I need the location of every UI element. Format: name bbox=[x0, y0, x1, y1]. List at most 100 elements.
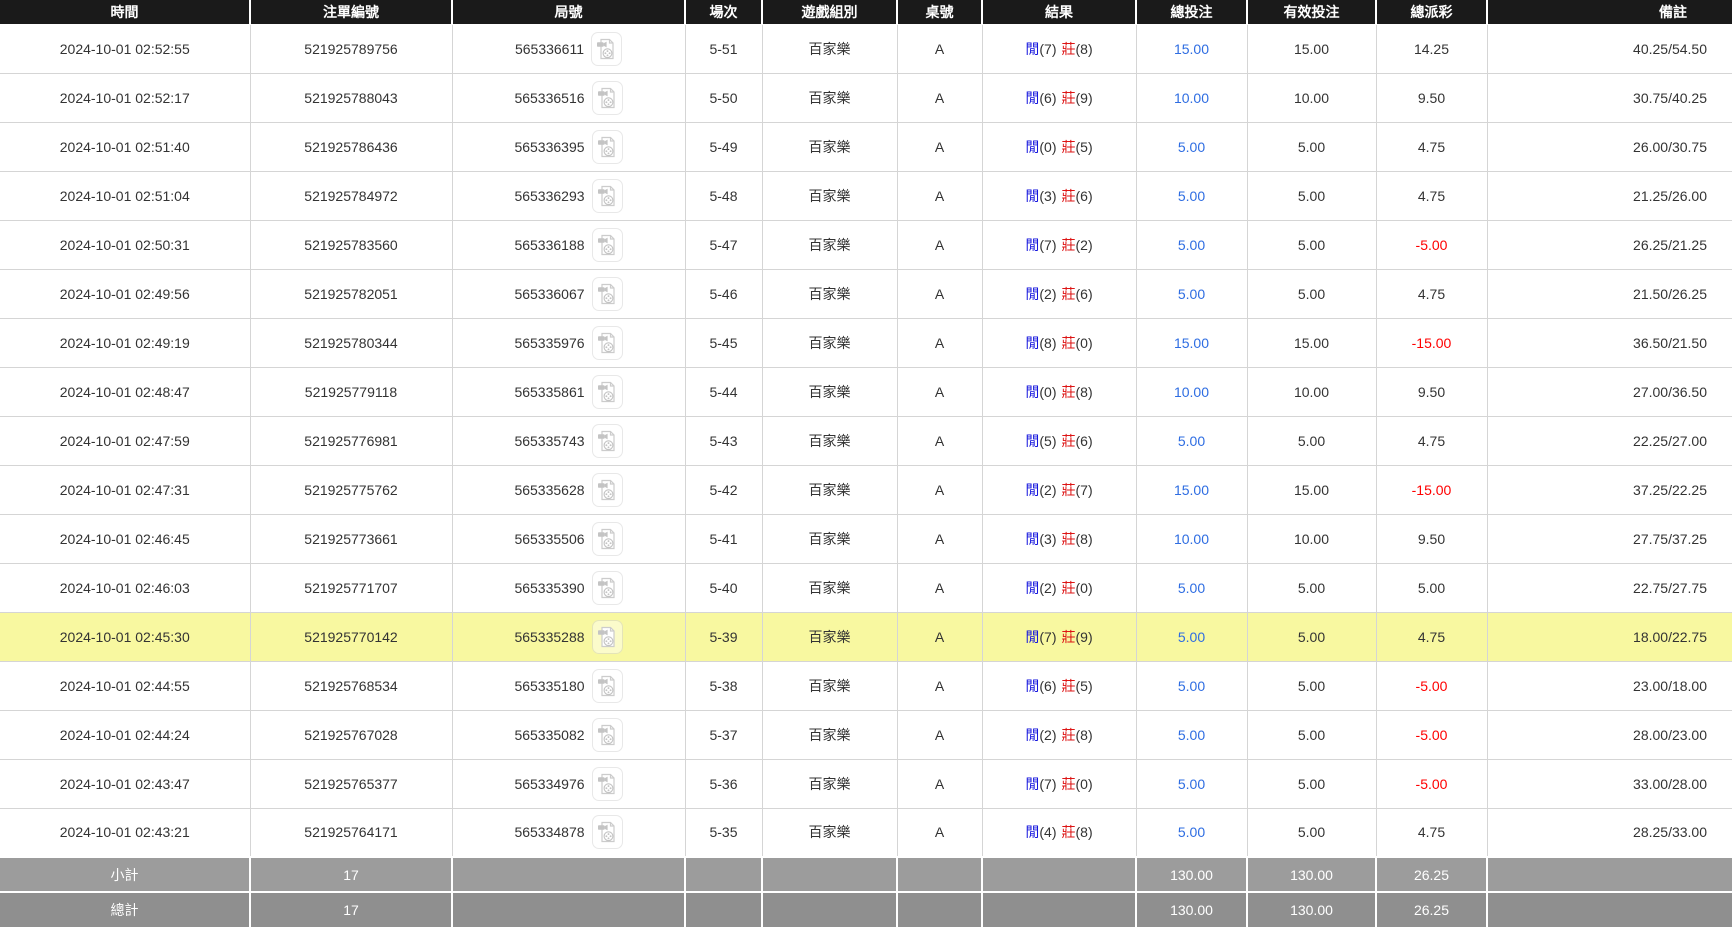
video-replay-button[interactable] bbox=[592, 571, 623, 605]
total-bet-link[interactable]: 5.00 bbox=[1136, 416, 1247, 465]
round-no: 565335743 bbox=[514, 433, 584, 449]
video-replay-button[interactable] bbox=[592, 81, 623, 115]
table-row[interactable]: 2024-10-01 02:47:59 521925776981 5653357… bbox=[0, 416, 1732, 465]
total-bet-link[interactable]: 5.00 bbox=[1136, 171, 1247, 220]
total-bet-link[interactable]: 15.00 bbox=[1136, 24, 1247, 73]
result-player-score: (6) bbox=[1039, 678, 1056, 694]
video-replay-button[interactable] bbox=[592, 130, 623, 164]
round-no-cell: 565335180 bbox=[452, 661, 685, 710]
table-row[interactable]: 2024-10-01 02:52:17 521925788043 5653365… bbox=[0, 73, 1732, 122]
video-replay-button[interactable] bbox=[592, 228, 623, 262]
video-replay-button[interactable] bbox=[592, 522, 623, 556]
table-row[interactable]: 2024-10-01 02:51:04 521925784972 5653362… bbox=[0, 171, 1732, 220]
video-replay-button[interactable] bbox=[592, 718, 623, 752]
remark-cell: 30.75/40.25 bbox=[1487, 73, 1732, 122]
result-player-score: (3) bbox=[1039, 188, 1056, 204]
total-bet-link[interactable]: 10.00 bbox=[1136, 73, 1247, 122]
table-no-cell: A bbox=[897, 759, 982, 808]
session-cell: 5-37 bbox=[685, 710, 762, 759]
session-cell: 5-36 bbox=[685, 759, 762, 808]
result-player-label: 閒 bbox=[1025, 41, 1039, 57]
video-replay-button[interactable] bbox=[592, 424, 623, 458]
total-bet-link[interactable]: 5.00 bbox=[1136, 808, 1247, 857]
table-row[interactable]: 2024-10-01 02:45:30 521925770142 5653352… bbox=[0, 612, 1732, 661]
result-player-label: 閒 bbox=[1025, 90, 1039, 106]
table-row[interactable]: 2024-10-01 02:50:31 521925783560 5653361… bbox=[0, 220, 1732, 269]
game-group-cell: 百家樂 bbox=[762, 612, 897, 661]
session-cell: 5-39 bbox=[685, 612, 762, 661]
time-cell: 2024-10-01 02:50:31 bbox=[0, 220, 250, 269]
result-cell: 閒(2)莊(6) bbox=[982, 269, 1136, 318]
video-replay-button[interactable] bbox=[592, 326, 623, 360]
session-cell: 5-35 bbox=[685, 808, 762, 857]
total-bet-link[interactable]: 5.00 bbox=[1136, 269, 1247, 318]
total-bet-link[interactable]: 5.00 bbox=[1136, 122, 1247, 171]
time-cell: 2024-10-01 02:44:55 bbox=[0, 661, 250, 710]
session-cell: 5-42 bbox=[685, 465, 762, 514]
table-row[interactable]: 2024-10-01 02:46:45 521925773661 5653355… bbox=[0, 514, 1732, 563]
total-bet-link[interactable]: 15.00 bbox=[1136, 465, 1247, 514]
round-no: 565335390 bbox=[514, 580, 584, 596]
video-replay-button[interactable] bbox=[592, 620, 623, 654]
table-row[interactable]: 2024-10-01 02:48:47 521925779118 5653358… bbox=[0, 367, 1732, 416]
table-row[interactable]: 2024-10-01 02:51:40 521925786436 5653363… bbox=[0, 122, 1732, 171]
valid-bet-cell: 5.00 bbox=[1247, 416, 1376, 465]
video-replay-button[interactable] bbox=[592, 669, 623, 703]
video-file-icon bbox=[597, 527, 618, 551]
round-no-cell: 565336067 bbox=[452, 269, 685, 318]
total-bet-link[interactable]: 10.00 bbox=[1136, 367, 1247, 416]
result-banker-score: (0) bbox=[1076, 335, 1093, 351]
round-no: 565335180 bbox=[514, 678, 584, 694]
total-bet-link[interactable]: 15.00 bbox=[1136, 318, 1247, 367]
session-cell: 5-38 bbox=[685, 661, 762, 710]
result-cell: 閒(3)莊(6) bbox=[982, 171, 1136, 220]
table-row[interactable]: 2024-10-01 02:49:56 521925782051 5653360… bbox=[0, 269, 1732, 318]
video-file-icon bbox=[597, 576, 618, 600]
video-replay-button[interactable] bbox=[592, 815, 623, 849]
total-bet-link[interactable]: 5.00 bbox=[1136, 563, 1247, 612]
video-replay-button[interactable] bbox=[592, 767, 623, 801]
video-replay-button[interactable] bbox=[592, 375, 623, 409]
video-replay-button[interactable] bbox=[591, 32, 622, 66]
result-player-label: 閒 bbox=[1025, 824, 1039, 840]
game-group-cell: 百家樂 bbox=[762, 122, 897, 171]
table-row[interactable]: 2024-10-01 02:44:55 521925768534 5653351… bbox=[0, 661, 1732, 710]
table-row[interactable]: 2024-10-01 02:52:55 521925789756 5653366… bbox=[0, 24, 1732, 73]
table-row[interactable]: 2024-10-01 02:43:47 521925765377 5653349… bbox=[0, 759, 1732, 808]
order-no-cell: 521925789756 bbox=[250, 24, 452, 73]
result-cell: 閒(7)莊(9) bbox=[982, 612, 1136, 661]
table-row[interactable]: 2024-10-01 02:46:03 521925771707 5653353… bbox=[0, 563, 1732, 612]
result-banker-label: 莊 bbox=[1062, 188, 1076, 204]
remark-cell: 21.50/26.25 bbox=[1487, 269, 1732, 318]
result-player-score: (2) bbox=[1039, 286, 1056, 302]
total-bet-link[interactable]: 5.00 bbox=[1136, 661, 1247, 710]
order-no-cell: 521925786436 bbox=[250, 122, 452, 171]
total-bet-link[interactable]: 5.00 bbox=[1136, 612, 1247, 661]
video-file-icon bbox=[596, 37, 617, 61]
table-no-cell: A bbox=[897, 122, 982, 171]
total-bet-link[interactable]: 5.00 bbox=[1136, 220, 1247, 269]
total-bet-link[interactable]: 5.00 bbox=[1136, 710, 1247, 759]
remark-cell: 23.00/18.00 bbox=[1487, 661, 1732, 710]
video-replay-button[interactable] bbox=[592, 277, 623, 311]
total-bet-link[interactable]: 5.00 bbox=[1136, 759, 1247, 808]
table-row[interactable]: 2024-10-01 02:43:21 521925764171 5653348… bbox=[0, 808, 1732, 857]
result-banker-label: 莊 bbox=[1062, 90, 1076, 106]
video-replay-button[interactable] bbox=[592, 473, 623, 507]
video-replay-button[interactable] bbox=[592, 179, 623, 213]
round-no-cell: 565335390 bbox=[452, 563, 685, 612]
video-file-icon bbox=[597, 282, 618, 306]
result-banker-label: 莊 bbox=[1062, 433, 1076, 449]
summary-label-cell: 小計 bbox=[0, 857, 250, 892]
round-no: 565335288 bbox=[514, 629, 584, 645]
session-cell: 5-51 bbox=[685, 24, 762, 73]
table-row[interactable]: 2024-10-01 02:44:24 521925767028 5653350… bbox=[0, 710, 1732, 759]
total-bet-link[interactable]: 10.00 bbox=[1136, 514, 1247, 563]
session-cell: 5-46 bbox=[685, 269, 762, 318]
table-row[interactable]: 2024-10-01 02:49:19 521925780344 5653359… bbox=[0, 318, 1732, 367]
result-player-score: (4) bbox=[1039, 824, 1056, 840]
column-header-order_no: 注單編號 bbox=[250, 0, 452, 24]
result-banker-label: 莊 bbox=[1062, 678, 1076, 694]
game-group-cell: 百家樂 bbox=[762, 171, 897, 220]
table-row[interactable]: 2024-10-01 02:47:31 521925775762 5653356… bbox=[0, 465, 1732, 514]
